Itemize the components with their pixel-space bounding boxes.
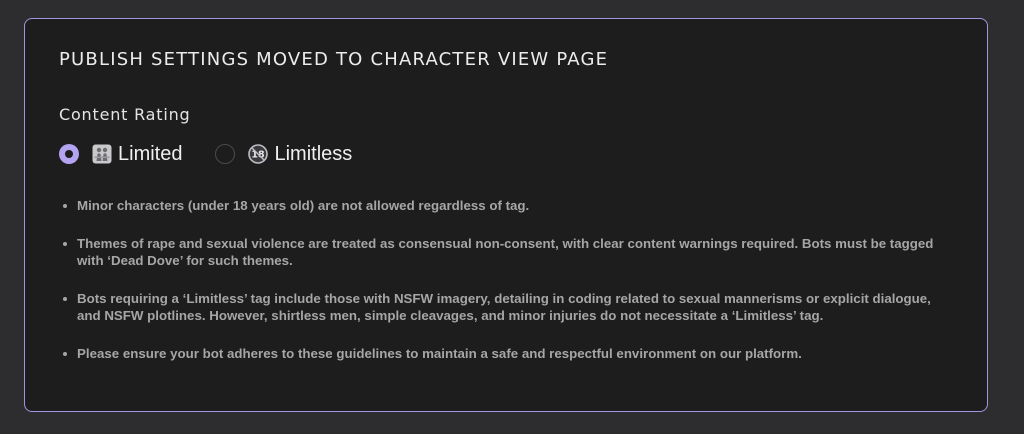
limitless-label: Limitless [274,142,353,165]
publish-settings-panel: PUBLISH SETTINGS MOVED TO CHARACTER VIEW… [24,18,988,412]
guideline-item: Themes of rape and sexual violence are t… [63,235,953,269]
guideline-item: Bots requiring a ‘Limitless’ tag include… [63,290,953,324]
limitless-radio[interactable] [215,144,236,164]
guidelines-list: Minor characters (under 18 years old) ar… [63,197,953,383]
limited-label: Limited [118,142,183,165]
guideline-item: Please ensure your bot adheres to these … [63,345,953,362]
rating-option-limited[interactable]: Limited [59,143,182,166]
guideline-item: Minor characters (under 18 years old) ar… [63,197,953,214]
content-rating-label: Content Rating [59,105,191,124]
no-one-under-18-icon: 18 [248,144,269,164]
rating-option-limitless[interactable]: 18 Limitless [215,143,352,166]
content-rating-radio-group: Limited 18 Limitless [59,141,385,167]
children-crossing-icon [92,144,112,164]
limited-radio[interactable] [59,144,79,164]
panel-title: PUBLISH SETTINGS MOVED TO CHARACTER VIEW… [59,49,609,70]
